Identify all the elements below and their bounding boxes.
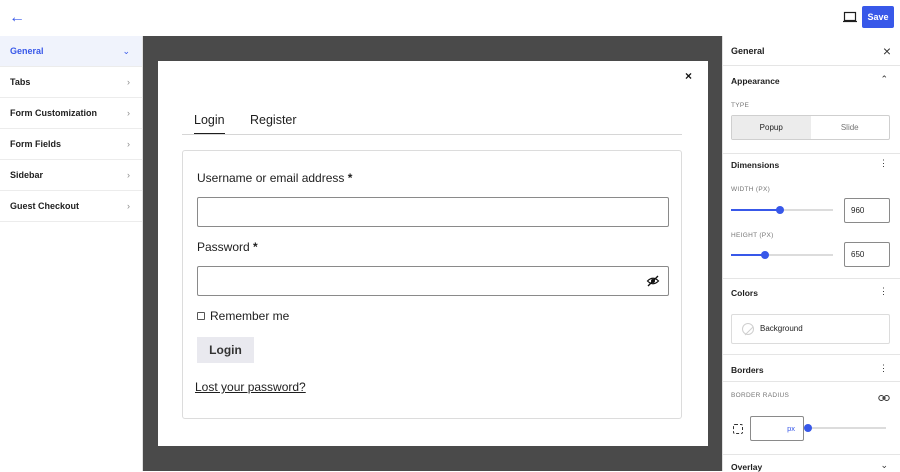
password-input[interactable] <box>197 266 669 296</box>
sidebar-item-sidebar[interactable]: Sidebar › <box>0 160 142 191</box>
width-slider-fill <box>731 209 780 211</box>
chevron-down-icon[interactable]: ⌄ <box>880 460 888 471</box>
border-radius-slider[interactable] <box>804 424 886 432</box>
border-radius-slider-thumb[interactable] <box>804 424 812 432</box>
sidebar-item-label: General <box>10 46 44 56</box>
width-input[interactable]: 960 <box>844 198 890 223</box>
settings-sidebar: General ⌄ Tabs › Form Customization › Fo… <box>0 36 143 471</box>
required-mark: * <box>347 171 353 185</box>
chevron-right-icon: › <box>127 108 130 118</box>
preview-canvas: × Login Register Username or email addre… <box>143 36 722 471</box>
remember-me-label: Remember me <box>210 309 290 323</box>
login-button[interactable]: Login <box>197 337 254 363</box>
back-arrow-icon[interactable]: ← <box>6 8 28 28</box>
link-icon[interactable] <box>878 391 890 403</box>
sidebar-item-label: Sidebar <box>10 170 44 180</box>
width-slider-thumb[interactable] <box>776 206 784 214</box>
password-label: Password * <box>197 240 258 254</box>
appearance-section-title[interactable]: Appearance <box>731 76 780 86</box>
chevron-up-icon[interactable]: ⌃ <box>880 74 888 85</box>
height-slider-thumb[interactable] <box>761 251 769 259</box>
remember-me-checkbox[interactable] <box>197 312 205 320</box>
chevron-right-icon: › <box>127 77 130 87</box>
divider <box>723 454 900 455</box>
height-input[interactable]: 650 <box>844 242 890 267</box>
sidebar-item-label: Form Fields <box>10 139 62 149</box>
height-slider-fill <box>731 254 765 256</box>
type-caption: TYPE <box>731 102 750 109</box>
tab-login[interactable]: Login <box>194 113 225 134</box>
height-slider[interactable] <box>731 251 833 259</box>
login-popup-preview: × Login Register Username or email addre… <box>158 61 708 446</box>
type-option-slide[interactable]: Slide <box>811 116 890 139</box>
width-slider[interactable] <box>731 206 833 214</box>
chevron-down-icon: ⌄ <box>122 46 130 56</box>
settings-panel: General × Appearance ⌃ TYPE Popup Slide … <box>722 36 900 472</box>
chevron-right-icon: › <box>127 139 130 149</box>
border-radius-input[interactable]: px <box>750 416 804 441</box>
sidebar-item-label: Guest Checkout <box>10 201 80 211</box>
colors-section-title: Colors <box>731 288 758 298</box>
username-label-text: Username or email address <box>197 171 345 185</box>
desktop-preview-icon[interactable] <box>842 9 858 25</box>
border-radius-icon <box>733 424 743 434</box>
background-label: Background <box>760 324 803 333</box>
sidebar-item-general[interactable]: General ⌄ <box>0 36 142 67</box>
divider <box>723 153 900 154</box>
username-label: Username or email address * <box>197 171 352 185</box>
close-icon[interactable]: × <box>883 43 891 59</box>
panel-header: General × <box>723 36 900 66</box>
panel-title: General <box>731 46 765 56</box>
required-mark: * <box>253 240 258 254</box>
height-caption: HEIGHT (PX) <box>731 232 774 239</box>
sidebar-item-guest-checkout[interactable]: Guest Checkout › <box>0 191 142 222</box>
sidebar-item-label: Tabs <box>10 77 31 87</box>
type-option-popup[interactable]: Popup <box>732 116 811 139</box>
username-input[interactable] <box>197 197 669 227</box>
divider <box>723 354 900 355</box>
sidebar-item-form-customization[interactable]: Form Customization › <box>0 98 142 129</box>
tab-register[interactable]: Register <box>250 113 297 133</box>
top-toolbar: ← Save <box>0 0 900 36</box>
border-radius-caption: BORDER RADIUS <box>731 392 790 399</box>
eye-slash-icon[interactable] <box>646 274 660 288</box>
divider <box>723 381 900 382</box>
password-label-text: Password <box>197 240 250 254</box>
background-color-picker[interactable]: Background <box>731 314 890 344</box>
sidebar-item-form-fields[interactable]: Form Fields › <box>0 129 142 160</box>
auth-tabs: Login Register <box>182 109 682 135</box>
borders-section-title: Borders <box>731 365 764 375</box>
color-swatch-icon <box>742 323 754 336</box>
more-options-icon[interactable]: ⋮ <box>879 158 888 169</box>
width-caption: WIDTH (PX) <box>731 186 771 193</box>
sidebar-item-tabs[interactable]: Tabs › <box>0 67 142 98</box>
save-button[interactable]: Save <box>862 6 894 28</box>
more-options-icon[interactable]: ⋮ <box>879 363 888 374</box>
login-form: Username or email address * Password * R… <box>182 150 682 419</box>
dimensions-section-title: Dimensions <box>731 160 780 170</box>
sidebar-item-label: Form Customization <box>10 108 97 118</box>
divider <box>723 278 900 279</box>
lost-password-link[interactable]: Lost your password? <box>195 380 306 394</box>
more-options-icon[interactable]: ⋮ <box>879 286 888 297</box>
close-icon[interactable]: × <box>685 69 692 83</box>
remember-me-row: Remember me <box>197 309 289 323</box>
chevron-right-icon: › <box>127 170 130 180</box>
chevron-right-icon: › <box>127 201 130 211</box>
type-toggle-group: Popup Slide <box>731 115 890 140</box>
